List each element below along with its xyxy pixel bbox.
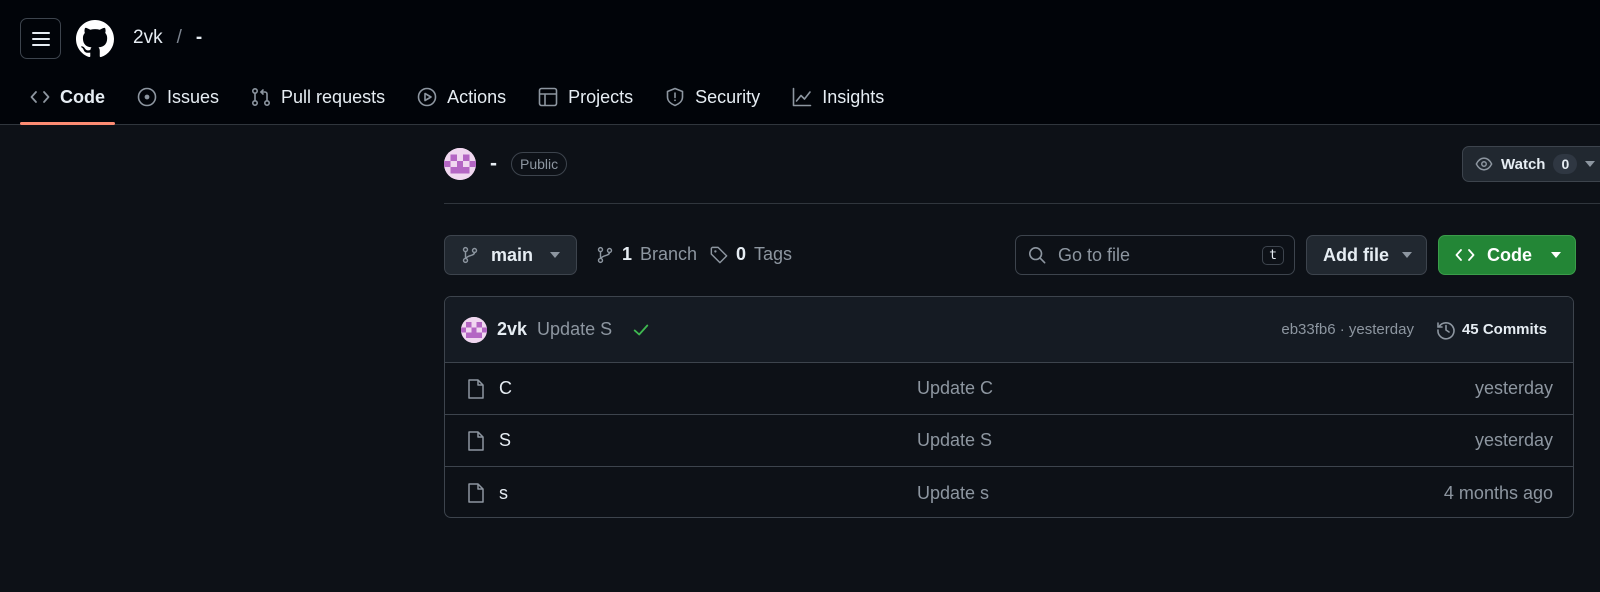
file-commit-date: 4 months ago <box>1443 482 1553 503</box>
tab-projects[interactable]: Projects <box>528 74 643 120</box>
branch-name: main <box>491 244 534 265</box>
latest-commit-row: 2vk Update S eb33fb6 · yesterday 45 Comm… <box>445 297 1573 363</box>
tab-issues[interactable]: Issues <box>127 74 229 120</box>
hamburger-menu-button[interactable] <box>20 18 61 59</box>
file-name[interactable]: C <box>499 378 512 399</box>
tags-link[interactable]: 0 Tags <box>710 244 792 265</box>
code-button-label: Code <box>1487 244 1532 265</box>
breadcrumb-repo-link[interactable]: - <box>196 27 202 49</box>
breadcrumb-separator: / <box>176 27 182 48</box>
tag-icon <box>710 246 728 263</box>
pull-request-icon <box>252 87 271 107</box>
breadcrumb-owner-link[interactable]: 2vk <box>133 27 163 49</box>
commit-author[interactable]: 2vk <box>497 319 527 340</box>
commits-history-link[interactable]: 45 Commits <box>1436 320 1547 340</box>
play-icon <box>417 87 437 107</box>
add-file-label: Add file <box>1323 244 1389 265</box>
branch-select-button[interactable]: main <box>444 235 577 275</box>
tab-security[interactable]: Security <box>655 74 770 120</box>
table-icon <box>538 87 558 107</box>
eye-icon <box>1475 157 1493 171</box>
file-commit-date: yesterday <box>1474 378 1553 398</box>
file-icon <box>468 431 484 451</box>
tab-code[interactable]: Code <box>20 74 115 125</box>
tab-security-label: Security <box>695 86 761 107</box>
file-icon <box>468 483 484 503</box>
branches-link[interactable]: 1 Branch <box>596 244 697 265</box>
file-name[interactable]: S <box>499 430 511 451</box>
repo-name[interactable]: - <box>490 152 497 176</box>
search-icon <box>1028 246 1046 264</box>
go-to-file-search[interactable]: Go to file t <box>1015 235 1295 275</box>
git-branch-icon <box>597 246 613 263</box>
file-commit-message[interactable]: Update S <box>917 430 992 451</box>
github-logo-icon[interactable] <box>76 20 114 58</box>
watch-count: 0 <box>1553 154 1578 174</box>
branch-label: Branch <box>640 244 698 264</box>
tab-insights[interactable]: Insights <box>782 74 894 120</box>
watch-button[interactable]: Watch 0 <box>1462 146 1600 182</box>
code-dropdown-button[interactable]: Code <box>1438 235 1576 275</box>
repo-title-row: - Public <box>444 148 568 180</box>
tab-projects-label: Projects <box>568 86 634 107</box>
shield-icon <box>666 87 684 107</box>
file-icon <box>468 379 484 399</box>
file-row[interactable]: S Update S yesterday <box>445 415 1573 467</box>
commit-author-avatar[interactable] <box>461 316 487 343</box>
watch-label: Watch <box>1501 155 1546 173</box>
file-table: 2vk Update S eb33fb6 · yesterday 45 Comm… <box>444 296 1574 518</box>
chevron-down-icon <box>1402 252 1412 258</box>
owner-avatar[interactable] <box>444 148 476 180</box>
check-icon[interactable] <box>632 321 650 339</box>
issue-icon <box>137 87 157 107</box>
tab-actions-label: Actions <box>447 86 507 107</box>
visibility-badge: Public <box>511 152 568 176</box>
code-icon <box>1455 249 1475 261</box>
search-placeholder: Go to file <box>1058 244 1131 265</box>
branch-count: 1 <box>622 244 633 264</box>
chevron-down-icon <box>1585 161 1596 167</box>
file-commit-message[interactable]: Update s <box>917 483 989 504</box>
commit-message[interactable]: Update S <box>537 319 612 340</box>
file-row[interactable]: C Update C yesterday <box>445 363 1573 415</box>
tab-actions[interactable]: Actions <box>407 74 516 120</box>
keyboard-shortcut-hint: t <box>1262 245 1284 265</box>
history-icon <box>1437 321 1455 340</box>
repo-nav: Code Issues Pull requests Actions Projec… <box>20 74 906 125</box>
hamburger-icon <box>31 31 50 46</box>
add-file-button[interactable]: Add file <box>1306 235 1427 275</box>
tag-count: 0 <box>736 244 747 264</box>
code-icon <box>30 91 50 103</box>
global-header: 2vk / - Code Issues Pull requests Action… <box>0 0 1600 125</box>
file-commit-date: yesterday <box>1474 430 1553 450</box>
breadcrumb: 2vk / - <box>133 27 202 49</box>
chevron-down-icon <box>1551 252 1561 258</box>
tab-code-label: Code <box>60 86 105 107</box>
chevron-down-icon <box>550 252 560 258</box>
file-row[interactable]: s Update s 4 months ago <box>445 467 1573 517</box>
commit-hash-and-time[interactable]: eb33fb6 · yesterday <box>1281 321 1414 338</box>
title-divider <box>444 203 1600 204</box>
file-commit-message[interactable]: Update C <box>917 378 993 399</box>
tab-pull-requests-label: Pull requests <box>281 86 386 107</box>
tab-insights-label: Insights <box>822 86 885 107</box>
tab-issues-label: Issues <box>167 86 220 107</box>
git-branch-icon <box>462 246 478 264</box>
tab-pull-requests[interactable]: Pull requests <box>241 74 395 120</box>
graph-icon <box>792 87 812 107</box>
tag-label: Tags <box>754 244 793 264</box>
commits-count-label: 45 Commits <box>1461 321 1547 338</box>
file-name[interactable]: s <box>499 483 508 504</box>
